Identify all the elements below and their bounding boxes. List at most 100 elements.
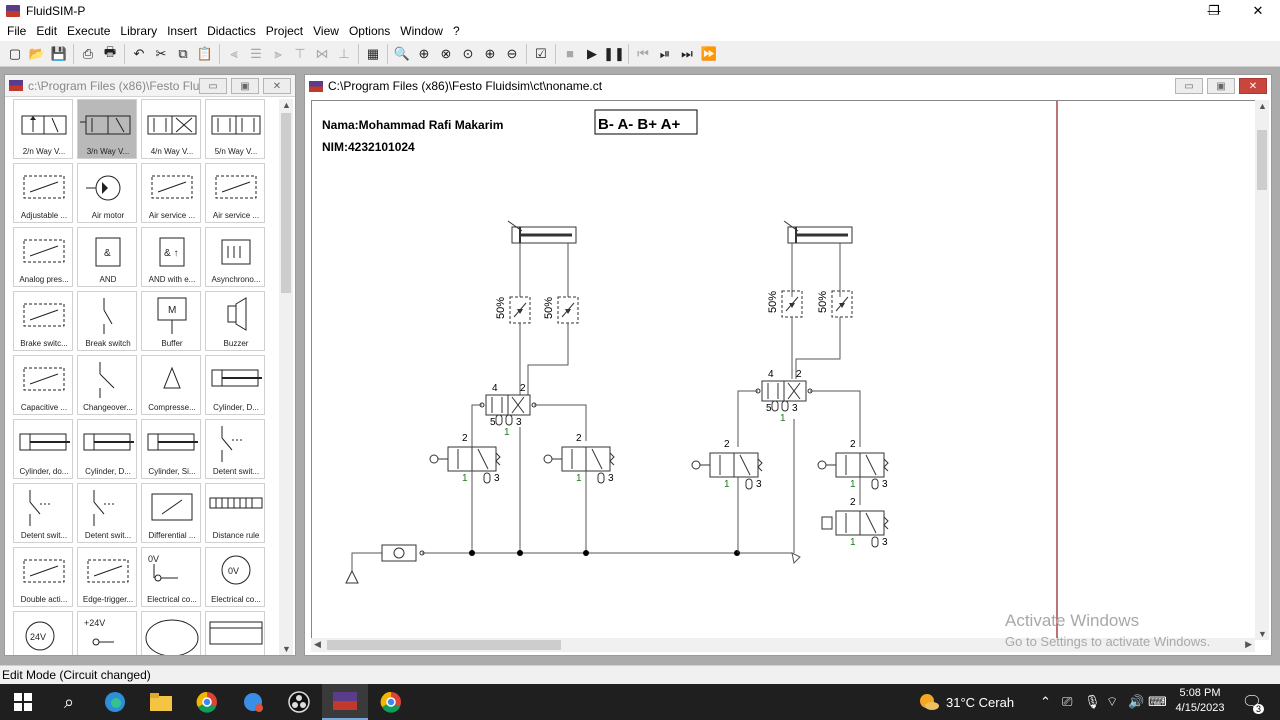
language-icon[interactable]: ⌨ <box>1148 694 1167 710</box>
library-component-cell[interactable]: 0V Electrical co... <box>205 547 265 607</box>
search-button[interactable]: ⌕ <box>46 684 92 720</box>
library-component-cell[interactable]: 24V <box>13 611 73 655</box>
library-component-cell[interactable]: & ↑ AND with e... <box>141 227 201 287</box>
library-component-cell[interactable]: Detent swit... <box>77 483 137 543</box>
library-minimize-button[interactable]: ▭ <box>199 78 227 94</box>
print-preview-icon[interactable]: ⎙ <box>77 43 99 65</box>
new-file-icon[interactable]: ▢ <box>4 43 26 65</box>
menu-file[interactable]: File <box>2 24 31 38</box>
library-component-cell[interactable]: Buzzer <box>205 291 265 351</box>
taskbar-obs[interactable] <box>276 684 322 720</box>
circuit-window-caption[interactable]: C:\Program Files (x86)\Festo Fluidsim\ct… <box>305 75 1271 97</box>
circuit-vertical-scrollbar[interactable]: ▲ ▼ <box>1255 100 1269 640</box>
stop-icon[interactable]: ■ <box>559 43 581 65</box>
weather-widget[interactable]: 31°C Cerah <box>918 684 1014 720</box>
volume-icon[interactable]: 🔊 <box>1128 694 1144 710</box>
library-scroll-thumb[interactable] <box>281 113 291 293</box>
library-component-cell[interactable]: Compresse... <box>141 355 201 415</box>
circuit-minimize-button[interactable]: ▭ <box>1175 78 1203 94</box>
align-right-icon[interactable]: ⫸ <box>267 43 289 65</box>
tray-chevron-icon[interactable]: ⌃ <box>1040 694 1051 710</box>
taskbar-chrome-2[interactable] <box>368 684 414 720</box>
library-component-cell[interactable]: 4/n Way V... <box>141 99 201 159</box>
circuit-hscroll-thumb[interactable] <box>327 640 561 650</box>
library-component-cell[interactable]: Analog pres... <box>13 227 73 287</box>
copy-icon[interactable]: ⧉ <box>172 43 194 65</box>
align-left-icon[interactable]: ⫷ <box>223 43 245 65</box>
library-window-caption[interactable]: c:\Program Files (x86)\Festo Flu... ▭ ▣ … <box>5 75 295 97</box>
library-component-cell[interactable]: Air service ... <box>205 163 265 223</box>
taskbar-file-explorer[interactable] <box>138 684 184 720</box>
align-middle-icon[interactable]: ⋈ <box>311 43 333 65</box>
maximize-button[interactable]: ❐ <box>1192 0 1236 21</box>
tray-device-icon[interactable]: ⎚ <box>1062 694 1072 710</box>
align-top-icon[interactable]: ⊤ <box>289 43 311 65</box>
menu-edit[interactable]: Edit <box>31 24 62 38</box>
zoom-in-icon[interactable]: ⊕ <box>479 43 501 65</box>
circuit-vscroll-thumb[interactable] <box>1257 130 1267 190</box>
library-component-cell[interactable]: 2/n Way V... <box>13 99 73 159</box>
close-button[interactable]: ✕ <box>1236 0 1280 21</box>
library-component-cell[interactable]: Cylinder, D... <box>77 419 137 479</box>
menu-insert[interactable]: Insert <box>162 24 202 38</box>
menu-project[interactable]: Project <box>261 24 308 38</box>
play-icon[interactable]: ▶ <box>581 43 603 65</box>
library-component-cell[interactable]: M Buffer <box>141 291 201 351</box>
library-component-cell[interactable]: Double acti... <box>13 547 73 607</box>
library-component-cell[interactable]: Air motor <box>77 163 137 223</box>
zoom-icon[interactable]: 🔍 <box>391 43 413 65</box>
reset-icon[interactable]: ⏮ <box>632 43 654 65</box>
network-icon[interactable]: ⌔ <box>1106 694 1118 710</box>
menu-view[interactable]: View <box>308 24 344 38</box>
scroll-up-arrow[interactable]: ▲ <box>282 100 291 110</box>
circuit-restore-button[interactable]: ▣ <box>1207 78 1235 94</box>
library-component-cell[interactable]: Detent swit... <box>13 483 73 543</box>
library-component-cell[interactable]: Changeover... <box>77 355 137 415</box>
library-component-cell[interactable]: Edge-trigger... <box>77 547 137 607</box>
scroll-down-arrow[interactable]: ▼ <box>282 644 291 654</box>
start-button[interactable] <box>0 684 46 720</box>
cut-icon[interactable]: ✂ <box>150 43 172 65</box>
library-close-button[interactable]: ✕ <box>263 78 291 94</box>
library-component-cell[interactable]: Brake switc... <box>13 291 73 351</box>
zoom-previous-icon[interactable]: ⊙ <box>457 43 479 65</box>
menu-help[interactable]: ? <box>448 24 465 38</box>
library-restore-button[interactable]: ▣ <box>231 78 259 94</box>
step-to-state-icon[interactable]: ⏭ <box>676 43 698 65</box>
menu-didactics[interactable]: Didactics <box>202 24 261 38</box>
library-component-cell[interactable]: +24V <box>77 611 137 655</box>
taskbar-chrome[interactable] <box>184 684 230 720</box>
pause-icon[interactable]: ❚❚ <box>603 43 625 65</box>
menu-options[interactable]: Options <box>344 24 395 38</box>
library-component-cell[interactable]: Capacitive ... <box>13 355 73 415</box>
taskbar-edge[interactable] <box>92 684 138 720</box>
undo-icon[interactable]: ↶ <box>128 43 150 65</box>
library-component-cell[interactable]: Break switch <box>77 291 137 351</box>
open-file-icon[interactable]: 📂 <box>26 43 48 65</box>
library-component-cell[interactable]: 5/n Way V... <box>205 99 265 159</box>
menu-window[interactable]: Window <box>395 24 448 38</box>
state-change-icon[interactable]: ⏩ <box>698 43 720 65</box>
microphone-icon[interactable]: 🎙 <box>1084 694 1101 710</box>
grid-icon[interactable]: ▦ <box>362 43 384 65</box>
library-component-cell[interactable] <box>205 611 265 655</box>
menu-library[interactable]: Library <box>115 24 162 38</box>
scroll-right-arrow[interactable]: ▶ <box>1245 639 1252 650</box>
taskbar-fluidsim[interactable] <box>322 684 368 720</box>
notification-button[interactable]: 🗨 3 <box>1240 690 1264 714</box>
circuit-close-button[interactable]: ✕ <box>1239 78 1267 94</box>
check-drawing-icon[interactable]: ☑ <box>530 43 552 65</box>
single-step-icon[interactable]: ⏯ <box>654 43 676 65</box>
library-component-cell[interactable]: Differential ... <box>141 483 201 543</box>
library-component-cell[interactable]: Cylinder, do... <box>13 419 73 479</box>
library-component-cell[interactable]: Asynchrono... <box>205 227 265 287</box>
zoom-window-icon[interactable]: ⊗ <box>435 43 457 65</box>
scroll-down-arrow[interactable]: ▼ <box>1258 629 1267 639</box>
align-bottom-icon[interactable]: ⊥ <box>333 43 355 65</box>
circuit-canvas[interactable]: Nama:Mohammad Rafi Makarim NIM:423210102… <box>311 100 1255 640</box>
library-component-cell[interactable]: Air service ... <box>141 163 201 223</box>
save-icon[interactable]: 💾 <box>48 43 70 65</box>
taskbar-clock[interactable]: 5:08 PM 4/15/2023 <box>1170 686 1230 716</box>
library-component-cell[interactable]: 0V Electrical co... <box>141 547 201 607</box>
library-component-cell[interactable]: & AND <box>77 227 137 287</box>
